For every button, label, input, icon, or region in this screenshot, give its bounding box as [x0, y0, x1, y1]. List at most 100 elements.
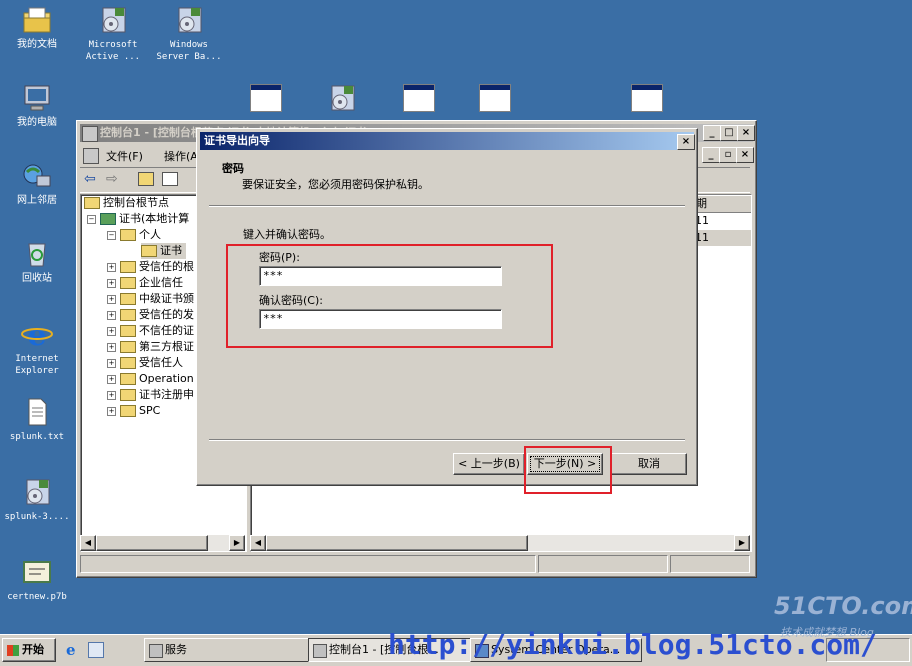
cancel-button[interactable]: 取消 — [611, 453, 687, 475]
desktop-icon-network[interactable]: 网上邻居 — [2, 160, 72, 207]
expand-icon[interactable]: + — [107, 358, 116, 368]
column-header-expiry[interactable]: 期 — [691, 195, 751, 213]
expand-icon[interactable]: + — [107, 278, 116, 288]
desktop-icon-splunk-txt[interactable]: splunk.txt — [2, 396, 72, 443]
status-bar — [80, 555, 750, 573]
forward-arrow-icon[interactable]: ⇨ — [106, 171, 118, 187]
tree-scrollbar[interactable]: ◀ ▶ — [80, 535, 245, 551]
installer-icon[interactable] — [326, 82, 358, 117]
taskbar-item-services[interactable]: 服务 — [144, 638, 322, 662]
annotation-box-next — [524, 446, 612, 494]
scroll-right-button[interactable]: ▶ — [229, 535, 245, 551]
folder-open-icon — [141, 245, 157, 257]
annotation-box-passwords — [226, 244, 553, 348]
tree-node-personal[interactable]: − 个人 — [107, 227, 161, 243]
scroll-left-button[interactable]: ◀ — [80, 535, 96, 551]
folder-icon — [120, 357, 136, 369]
scroll-right-button[interactable]: ▶ — [734, 535, 750, 551]
folder-icon — [120, 261, 136, 273]
tree-node-certificates[interactable]: 证书 — [141, 243, 186, 259]
expand-icon[interactable]: + — [107, 406, 116, 416]
tree-node-store[interactable]: + SPC — [107, 403, 160, 419]
expand-icon[interactable]: + — [107, 294, 116, 304]
collapse-icon[interactable]: − — [87, 214, 96, 224]
back-button[interactable]: < 上一步(B) — [453, 453, 525, 475]
expand-icon[interactable]: + — [107, 310, 116, 320]
desktop-icon-windows-server-backup[interactable]: Windows Server Ba... — [154, 4, 224, 63]
svg-text:e: e — [27, 318, 46, 350]
window-shortcut-icon[interactable] — [403, 84, 435, 112]
tree-node-store[interactable]: + Operation — [107, 371, 194, 387]
minimize-button[interactable]: _ — [703, 125, 721, 141]
show-tree-icon[interactable] — [162, 172, 178, 186]
wizard-instruction: 键入并确认密码。 — [243, 228, 331, 241]
window-shortcut-icon[interactable] — [479, 84, 511, 112]
back-arrow-icon[interactable]: ⇦ — [84, 171, 96, 187]
tree-node-store[interactable]: + 第三方根证 — [107, 339, 194, 355]
desktop-icon-label: splunk.txt — [9, 432, 65, 442]
status-pane — [538, 555, 668, 573]
child-restore-button[interactable]: ▫ — [719, 147, 737, 163]
collapse-icon[interactable]: − — [107, 230, 116, 240]
status-pane — [80, 555, 536, 573]
list-row-cell[interactable]: 11 — [691, 230, 751, 246]
folder-icon — [84, 197, 100, 209]
tree-node-root[interactable]: 控制台根节点 — [84, 195, 169, 211]
expand-icon[interactable]: + — [107, 390, 116, 400]
installer-icon — [97, 4, 129, 36]
network-icon — [21, 160, 53, 192]
watermark-logo: 51CTO.com — [774, 592, 912, 620]
quicklaunch-ie-icon[interactable]: e — [66, 641, 76, 659]
desktop-icon-label: 我的文档 — [17, 39, 57, 50]
wizard-title: 证书导出向导 — [204, 134, 270, 147]
wizard-subheading: 要保证安全，您必须用密码保护私钥。 — [242, 178, 429, 191]
tree-node-store[interactable]: + 受信任人 — [107, 355, 183, 371]
installer-icon — [173, 4, 205, 36]
tree-node-store[interactable]: + 企业信任 — [107, 275, 183, 291]
start-button[interactable]: 开始 — [2, 638, 56, 662]
desktop-icon-my-computer[interactable]: 我的电脑 — [2, 82, 72, 129]
tree-node-store[interactable]: + 证书注册申 — [107, 387, 194, 403]
child-close-button[interactable]: × — [736, 147, 754, 163]
maximize-button[interactable]: □ — [720, 125, 738, 141]
tree-node-store[interactable]: + 受信任的根 — [107, 259, 194, 275]
expand-icon[interactable]: + — [107, 342, 116, 352]
menu-file[interactable]: 文件(F) — [106, 148, 143, 164]
desktop-icon-label: Windows Server Ba... — [156, 40, 222, 62]
tree-node-store[interactable]: + 中级证书颁 — [107, 291, 194, 307]
desktop-icon-my-documents[interactable]: 我的文档 — [2, 4, 72, 51]
desktop-icon-label: splunk-3.... — [4, 512, 70, 522]
status-pane — [670, 555, 750, 573]
scroll-thumb[interactable] — [266, 535, 528, 551]
console-app-icon — [82, 126, 98, 142]
expand-icon[interactable]: + — [107, 326, 116, 336]
expand-icon[interactable]: + — [107, 262, 116, 272]
folder-icon — [120, 341, 136, 353]
wizard-titlebar[interactable]: 证书导出向导 — [200, 132, 694, 150]
folder-icon — [120, 293, 136, 305]
child-minimize-button[interactable]: _ — [702, 147, 720, 163]
desktop-icon-label: 我的电脑 — [17, 117, 57, 128]
desktop-icon-internet-explorer[interactable]: e Internet Explorer — [2, 318, 72, 377]
certificate-store-icon — [100, 213, 116, 225]
wizard-close-button[interactable]: × — [677, 134, 695, 150]
desktop-icon-splunk-installer[interactable]: splunk-3.... — [2, 476, 72, 523]
scroll-left-button[interactable]: ◀ — [250, 535, 266, 551]
up-folder-icon[interactable] — [138, 172, 154, 186]
folder-icon — [120, 277, 136, 289]
window-shortcut-icon[interactable] — [631, 84, 663, 112]
desktop-icon-recycle-bin[interactable]: 回收站 — [2, 238, 72, 285]
close-button[interactable]: × — [737, 125, 755, 141]
footer-divider — [209, 439, 685, 441]
tree-node-cert-store[interactable]: − 证书(本地计算 — [87, 211, 189, 227]
folder-icon — [120, 325, 136, 337]
quicklaunch-desktop-icon[interactable] — [88, 642, 104, 658]
list-scrollbar[interactable]: ◀ ▶ — [250, 535, 750, 551]
tree-node-store[interactable]: + 不信任的证 — [107, 323, 194, 339]
desktop-icon-certnew[interactable]: certnew.p7b — [2, 556, 72, 603]
expand-icon[interactable]: + — [107, 374, 116, 384]
desktop-icon-ms-active[interactable]: Microsoft Active ... — [78, 4, 148, 63]
scroll-thumb[interactable] — [96, 535, 208, 551]
tree-node-store[interactable]: + 受信任的发 — [107, 307, 194, 323]
window-shortcut-icon[interactable] — [250, 84, 282, 112]
